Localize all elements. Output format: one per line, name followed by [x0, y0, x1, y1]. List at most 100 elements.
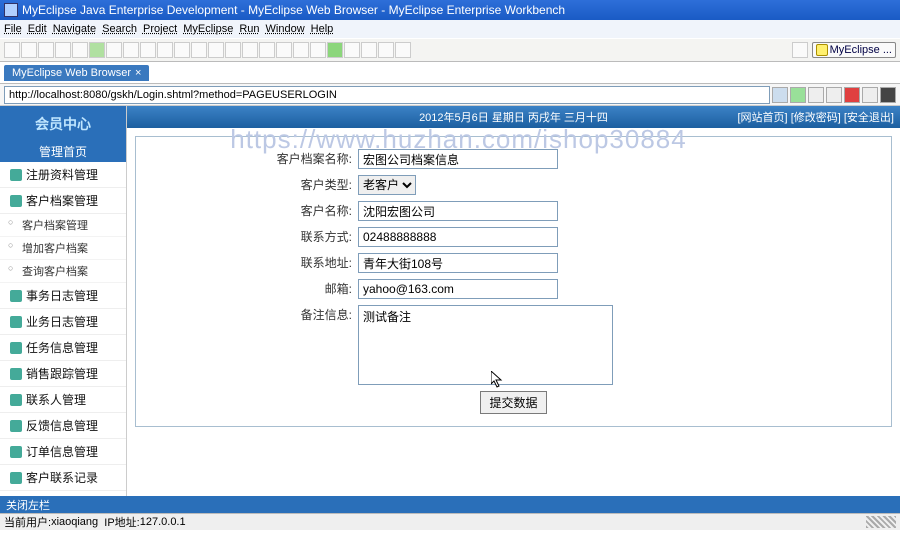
mouse-cursor	[491, 371, 505, 389]
footer-toggle[interactable]: 关闭左栏	[6, 497, 50, 513]
save-all-icon[interactable]	[38, 42, 54, 58]
play-icon[interactable]	[327, 42, 343, 58]
status-bar: 当前用户: xiaoqiang IP地址: 127.0.0.1	[0, 513, 900, 530]
myeclipse-icon	[816, 44, 828, 56]
tool-icon[interactable]	[378, 42, 394, 58]
header-links: [网站首页] [修改密码] [安全退出]	[738, 109, 895, 125]
back-icon[interactable]	[808, 87, 824, 103]
run-icon[interactable]	[89, 42, 105, 58]
perspective-button[interactable]: MyEclipse ...	[812, 42, 896, 58]
label-cname: 客户名称:	[148, 201, 358, 221]
dropdown-icon[interactable]	[772, 87, 788, 103]
folder-icon	[10, 169, 22, 181]
close-icon[interactable]: ×	[135, 67, 141, 79]
nav-feedback[interactable]: 反馈信息管理	[0, 413, 126, 439]
tool-icon[interactable]	[310, 42, 326, 58]
label-type: 客户类型:	[148, 175, 358, 195]
input-addr[interactable]	[358, 253, 558, 273]
menu-bar: File Edit Navigate Search Project MyEcli…	[0, 20, 900, 38]
tool-icon[interactable]	[123, 42, 139, 58]
forward-icon[interactable]	[826, 87, 842, 103]
tool-icon[interactable]	[880, 87, 896, 103]
folder-icon	[10, 368, 22, 380]
tool-icon[interactable]	[140, 42, 156, 58]
menu-window[interactable]: Window	[266, 23, 305, 35]
perspective-icon[interactable]	[792, 42, 808, 58]
main-header: 2012年5月6日 星期日 丙戌年 三月十四 [网站首页] [修改密码] [安全…	[127, 106, 900, 128]
select-type[interactable]: 老客户	[358, 175, 416, 195]
tool-icon[interactable]	[225, 42, 241, 58]
tool-icon[interactable]	[191, 42, 207, 58]
app-icon	[4, 3, 18, 17]
folder-icon	[10, 316, 22, 328]
go-icon[interactable]	[790, 87, 806, 103]
link-exit[interactable]: [安全退出]	[844, 112, 894, 124]
tool-icon[interactable]	[174, 42, 190, 58]
label-addr: 联系地址:	[148, 253, 358, 273]
tool-icon[interactable]	[55, 42, 71, 58]
menu-edit[interactable]: Edit	[28, 23, 47, 35]
save-icon[interactable]	[21, 42, 37, 58]
folder-icon	[10, 420, 22, 432]
tool-icon[interactable]	[242, 42, 258, 58]
tool-icon[interactable]	[259, 42, 275, 58]
status-ip: 127.0.0.1	[140, 516, 186, 528]
tool-icon[interactable]	[72, 42, 88, 58]
refresh-icon[interactable]	[862, 87, 878, 103]
input-name[interactable]	[358, 149, 558, 169]
url-input[interactable]	[4, 86, 770, 104]
folder-icon	[10, 472, 22, 484]
tool-icon[interactable]	[208, 42, 224, 58]
menu-myeclipse[interactable]: MyEclipse	[183, 23, 233, 35]
tool-icon[interactable]	[157, 42, 173, 58]
tool-icon[interactable]	[344, 42, 360, 58]
nav-order[interactable]: 订单信息管理	[0, 439, 126, 465]
label-name: 客户档案名称:	[148, 149, 358, 169]
sub-query[interactable]: 查询客户档案	[0, 260, 126, 283]
app-frame: 会员中心 管理首页 注册资料管理 客户档案管理 客户档案管理 增加客户档案 查询…	[0, 106, 900, 496]
status-user-label: 当前用户:	[4, 514, 51, 530]
textarea-note[interactable]: 测试备注	[358, 305, 613, 385]
tool-icon[interactable]	[395, 42, 411, 58]
link-pwd[interactable]: [修改密码]	[791, 112, 841, 124]
menu-file[interactable]: File	[4, 23, 22, 35]
link-home[interactable]: [网站首页]	[738, 112, 788, 124]
sub-manage[interactable]: 客户档案管理	[0, 214, 126, 237]
tool-icon[interactable]	[361, 42, 377, 58]
nav-contact[interactable]: 联系人管理	[0, 387, 126, 413]
customer-form: 客户档案名称: 客户类型:老客户 客户名称: 联系方式: 联系地址: 邮箱: 备…	[135, 136, 892, 427]
nav-work-log[interactable]: 事务日志管理	[0, 283, 126, 309]
nav-contact-rec[interactable]: 客户联系记录	[0, 465, 126, 491]
submit-button[interactable]: 提交数据	[480, 391, 546, 414]
nav-head[interactable]: 管理首页	[0, 142, 126, 162]
menu-project[interactable]: Project	[143, 23, 177, 35]
menu-search[interactable]: Search	[102, 23, 137, 35]
tool-icon[interactable]	[293, 42, 309, 58]
nav-biz-log[interactable]: 业务日志管理	[0, 309, 126, 335]
sub-add[interactable]: 增加客户档案	[0, 237, 126, 260]
label-contact: 联系方式:	[148, 227, 358, 247]
nav-customer-file[interactable]: 客户档案管理	[0, 188, 126, 214]
new-icon[interactable]	[4, 42, 20, 58]
editor-tabs: MyEclipse Web Browser ×	[0, 62, 900, 84]
nav-task[interactable]: 任务信息管理	[0, 335, 126, 361]
input-cname[interactable]	[358, 201, 558, 221]
menu-navigate[interactable]: Navigate	[53, 23, 96, 35]
resize-grip	[866, 516, 896, 528]
nav-sales[interactable]: 销售跟踪管理	[0, 361, 126, 387]
input-email[interactable]	[358, 279, 558, 299]
sub-nav: 客户档案管理 增加客户档案 查询客户档案	[0, 214, 126, 283]
tool-icon[interactable]	[276, 42, 292, 58]
nav-register[interactable]: 注册资料管理	[0, 162, 126, 188]
stop-icon[interactable]	[844, 87, 860, 103]
app-footer: 关闭左栏	[0, 496, 900, 513]
menu-help[interactable]: Help	[311, 23, 334, 35]
main-panel: 2012年5月6日 星期日 丙戌年 三月十四 [网站首页] [修改密码] [安全…	[127, 106, 900, 496]
tab-browser[interactable]: MyEclipse Web Browser ×	[4, 65, 149, 81]
menu-run[interactable]: Run	[239, 23, 259, 35]
status-ip-label: IP地址:	[104, 514, 139, 530]
input-contact[interactable]	[358, 227, 558, 247]
folder-icon	[10, 394, 22, 406]
toolbar: MyEclipse ...	[0, 38, 900, 62]
debug-icon[interactable]	[106, 42, 122, 58]
